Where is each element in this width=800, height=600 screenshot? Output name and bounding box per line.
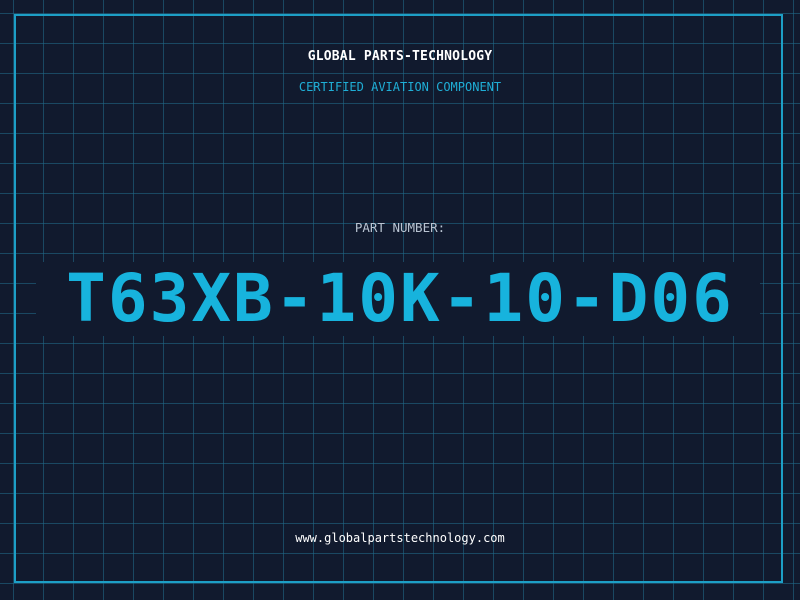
- website-url: www.globalpartstechnology.com: [295, 531, 505, 545]
- certification-subtitle: CERTIFIED AVIATION COMPONENT: [298, 80, 502, 94]
- part-card: GLOBAL PARTS-TECHNOLOGY CERTIFIED AVIATI…: [0, 0, 800, 600]
- part-number-value: T63XB-10K-10-D06: [66, 260, 734, 337]
- part-number-label: PART NUMBER:: [354, 220, 446, 235]
- company-name: GLOBAL PARTS-TECHNOLOGY: [307, 49, 493, 64]
